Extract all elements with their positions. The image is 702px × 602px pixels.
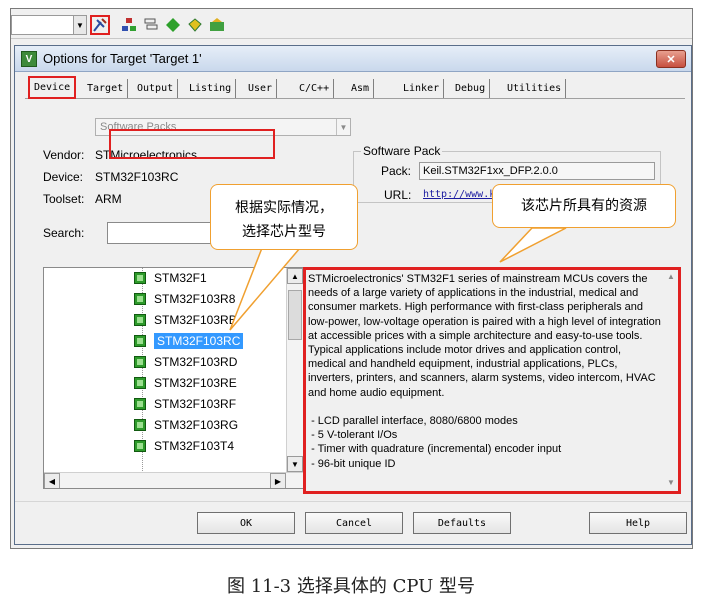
callout-line-1: 根据实际情况， (235, 199, 333, 215)
callout-select-chip: 根据实际情况， 选择芯片型号 (210, 184, 358, 250)
callout-pointers (229, 227, 567, 331)
figure-caption: 图 11-3 选择具体的 CPU 型号 (226, 576, 476, 597)
callout-chip-resources: 该芯片所具有的资源 (492, 184, 676, 228)
callout-line-2: 选择芯片型号 (242, 223, 326, 239)
tab-device[interactable]: Device (28, 76, 77, 99)
